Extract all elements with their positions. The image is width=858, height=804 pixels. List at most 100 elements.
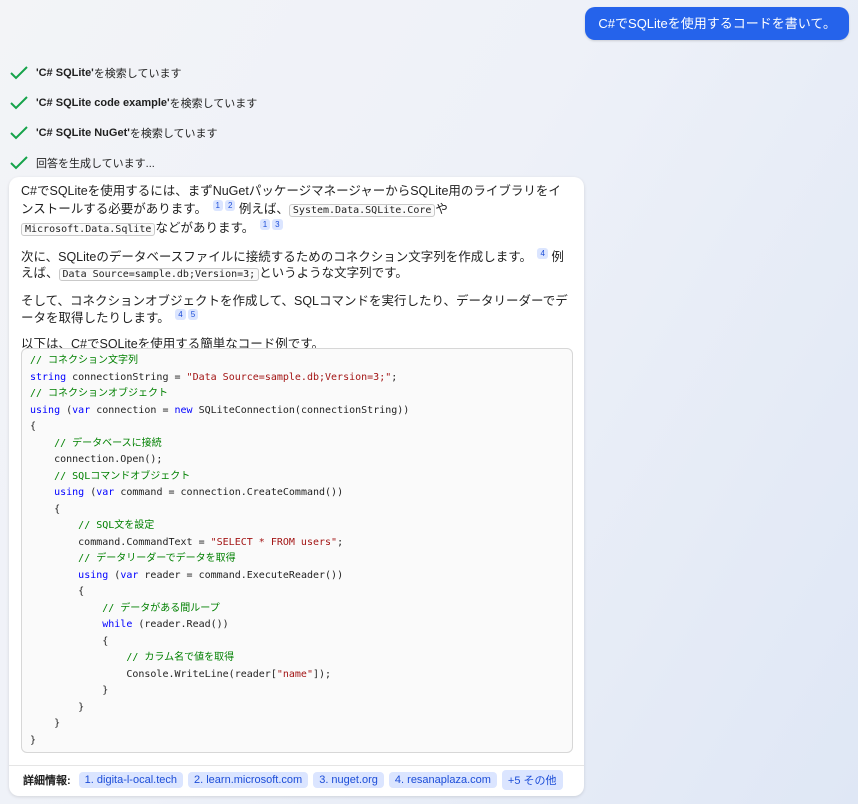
answer-text-span: そして、コネクションオブジェクトを作成して、SQLコマンドを実行したり、データリ…: [21, 293, 568, 326]
code-token: "SELECT * FROM users": [210, 536, 338, 548]
code-token: "Data Source=sample.db;Version=3;": [186, 371, 392, 383]
code-line: // データがある間ループ: [30, 601, 564, 618]
code-line: // データリーダーでデータを取得: [30, 551, 564, 568]
code-token: SQLiteConnection(connectionString)): [192, 404, 410, 416]
citation-badge[interactable]: 4: [175, 309, 186, 321]
code-line: using (var command = connection.CreateCo…: [30, 485, 564, 502]
step-status: 回答を生成しています...: [36, 158, 155, 170]
search-step: 'C# SQLite' を検索しています: [10, 58, 257, 88]
code-token: }: [30, 701, 85, 713]
code-token: reader = command.ExecuteReader()): [138, 569, 344, 581]
code-token: connectionString =: [66, 371, 187, 383]
code-line: Console.WriteLine(reader["name"]);: [30, 667, 564, 684]
code-token: using: [30, 404, 61, 416]
user-message-bubble: C#でSQLiteを使用するコードを書いて。: [585, 7, 849, 40]
code-token: while: [102, 619, 133, 630]
code-token: // データリーダーでデータを取得: [78, 553, 236, 564]
code-line: }: [30, 716, 564, 733]
step-status: を検索しています: [169, 98, 258, 110]
checkmark-icon: [10, 126, 28, 140]
code-line: while (reader.Read()): [30, 617, 564, 634]
code-line: {: [30, 634, 564, 651]
code-token: {: [30, 421, 37, 432]
source-link[interactable]: 2. learn.microsoft.com: [188, 772, 309, 788]
code-token: using: [78, 569, 109, 581]
code-line: command.CommandText = "SELECT * FROM use…: [30, 535, 564, 552]
code-token: command.CommandText =: [30, 536, 211, 548]
code-token: (: [108, 569, 121, 581]
code-token: }: [30, 734, 37, 746]
inline-code: Microsoft.Data.Sqlite: [21, 223, 156, 237]
code-token: // SQLコマンドオブジェクト: [54, 470, 191, 482]
code-line: {: [30, 419, 564, 436]
answer-paragraph: C#でSQLiteを使用するには、まずNuGetパッケージマネージャーからSQL…: [21, 183, 573, 239]
code-token: }: [30, 685, 109, 696]
code-token: }: [30, 718, 61, 729]
code-token: "name": [276, 668, 313, 680]
search-query: 'C# SQLite code example': [36, 97, 170, 109]
code-line: using (var reader = command.ExecuteReade…: [30, 568, 564, 585]
code-token: connection =: [90, 404, 175, 416]
code-line: }: [30, 700, 564, 717]
code-token: (reader.Read()): [132, 619, 229, 630]
code-token: // SQL文を設定: [78, 520, 155, 531]
code-line: connection.Open();: [30, 452, 564, 469]
code-token: // コネクションオブジェクト: [30, 388, 169, 399]
source-link[interactable]: 4. resanaplaza.com: [388, 772, 497, 788]
checkmark-icon: [10, 96, 28, 110]
code-token: {: [30, 503, 61, 515]
citation-badge[interactable]: 5: [187, 309, 199, 321]
search-query: 'C# SQLite NuGet': [36, 127, 130, 139]
code-token: var: [120, 569, 139, 581]
code-token: using: [54, 487, 85, 498]
step-status: を検索しています: [93, 68, 182, 80]
code-line: string connectionString = "Data Source=s…: [30, 370, 564, 387]
citation-badge[interactable]: 2: [224, 199, 236, 211]
code-token: Console.WriteLine(reader[: [30, 668, 277, 680]
code-token: string: [30, 371, 67, 383]
answer-text-span: 次に、SQLiteのデータベースファイルに接続するためのコネクション文字列を作成…: [21, 249, 532, 264]
answer-card: C#でSQLiteを使用するには、まずNuGetパッケージマネージャーからSQL…: [9, 177, 584, 796]
source-link[interactable]: 1. digita-l-ocal.tech: [78, 772, 183, 788]
code-line: using (var connection = new SQLiteConnec…: [30, 403, 564, 420]
search-query: 'C# SQLite': [36, 67, 94, 79]
answer-text-span: などがあります。: [155, 221, 255, 236]
inline-code: System.Data.SQLite.Core: [288, 203, 436, 217]
answer-paragraph: 次に、SQLiteのデータベースファイルに接続するためのコネクション文字列を作成…: [21, 247, 573, 284]
code-token: connection.Open();: [30, 454, 163, 465]
checkmark-icon: [10, 66, 28, 80]
code-token: (: [84, 487, 97, 498]
citation-badge[interactable]: 3: [272, 219, 283, 231]
code-token: new: [174, 404, 193, 416]
code-line: {: [30, 584, 564, 601]
citation-badge[interactable]: 1: [259, 219, 271, 231]
inline-code: Data Source=sample.db;Version=3;: [58, 268, 260, 282]
search-steps: 'C# SQLite' を検索しています 'C# SQLite code exa…: [10, 58, 257, 178]
search-step: 'C# SQLite code example' を検索しています: [10, 88, 257, 118]
citation-badge[interactable]: 4: [537, 247, 548, 259]
code-line: // コネクションオブジェクト: [30, 386, 564, 403]
code-token: command = connection.CreateCommand()): [114, 487, 344, 498]
answer-text-span: というような文字列です。: [259, 266, 408, 281]
code-token: ;: [391, 371, 398, 383]
citation-badge[interactable]: 1: [212, 199, 223, 211]
code-token: // データがある間ループ: [102, 602, 220, 614]
answer-text-span: 例えば、: [238, 201, 289, 216]
code-line: }: [30, 733, 564, 750]
sources-footer: 詳細情報: 1. digita-l-ocal.tech 2. learn.mic…: [23, 770, 563, 790]
source-link[interactable]: 3. nuget.org: [313, 772, 384, 788]
more-sources-button[interactable]: +5 その他: [501, 770, 563, 790]
answer-text: C#でSQLiteを使用するには、まずNuGetパッケージマネージャーからSQL…: [21, 183, 573, 362]
code-line: {: [30, 502, 564, 519]
code-token: {: [30, 635, 109, 647]
code-token: // データベースに接続: [54, 437, 162, 449]
code-token: ]);: [312, 668, 332, 680]
code-block[interactable]: // コネクション文字列 string connectionString = "D…: [21, 348, 573, 753]
generating-step: 回答を生成しています...: [10, 148, 257, 178]
